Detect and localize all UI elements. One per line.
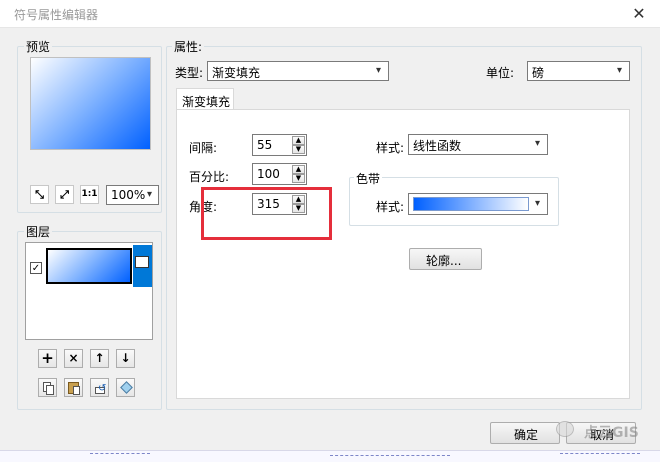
watermark: 点云GIS (556, 416, 656, 446)
type-select-value: 渐变填充 (212, 66, 261, 80)
ok-button-label: 确定 (514, 428, 539, 442)
percent-spinbox[interactable]: 100 ▲ ▼ (252, 163, 307, 185)
zoom-extent-icon[interactable]: ⤢ (55, 185, 74, 204)
outline-button-label: 轮廓... (426, 254, 462, 268)
add-layer-button[interactable]: + (38, 349, 57, 368)
angle-highlight-box (201, 187, 332, 240)
interval-increment[interactable]: ▲ (292, 136, 305, 145)
style-select[interactable]: 线性函数 ▾ (408, 134, 548, 155)
interval-value[interactable]: 55 (257, 138, 272, 152)
reset-layer-icon[interactable]: ↺ (90, 378, 109, 397)
tab-gradient-fill[interactable]: 渐变填充 (176, 88, 234, 110)
ok-button[interactable]: 确定 (490, 422, 560, 444)
watermark-text: 点云GIS (584, 425, 639, 441)
chevron-down-icon: ▾ (535, 198, 541, 209)
move-up-button[interactable]: ↑ (90, 349, 109, 368)
paste-layer-icon[interactable] (64, 378, 83, 397)
window-title: 符号属性编辑器 (14, 8, 99, 22)
layer-thumbnail[interactable] (46, 248, 132, 284)
tag-icon[interactable] (116, 378, 135, 397)
percent-value[interactable]: 100 (257, 167, 280, 181)
properties-label: 属性: (172, 38, 205, 55)
type-label: 类型: (175, 66, 204, 80)
background-map-strip (0, 450, 660, 462)
chevron-down-icon: ▾ (535, 138, 541, 149)
zoom-fit-icon[interactable]: ⤡ (30, 185, 49, 204)
close-icon[interactable]: ✕ (628, 3, 650, 25)
preview-label: 预览 (24, 38, 53, 55)
chevron-down-icon: ▾ (147, 189, 153, 200)
layer-checkbox[interactable]: ✓ (30, 262, 42, 274)
percent-increment[interactable]: ▲ (292, 165, 305, 174)
preview-swatch (30, 57, 151, 150)
unit-label: 单位: (486, 66, 515, 80)
type-select[interactable]: 渐变填充 ▾ (207, 61, 389, 81)
move-down-button[interactable]: ↓ (116, 349, 135, 368)
unit-select[interactable]: 磅 ▾ (527, 61, 630, 81)
tab-gradient-fill-label: 渐变填充 (182, 95, 231, 109)
ramp-style-label: 样式: (376, 200, 405, 214)
style-select-value: 线性函数 (413, 139, 462, 153)
interval-spinbox[interactable]: 55 ▲ ▼ (252, 134, 307, 156)
chevron-down-icon: ▾ (376, 65, 382, 76)
wechat-icon (556, 421, 574, 437)
zoom-select-value: 100% (111, 188, 146, 202)
layer-properties-icon[interactable] (135, 256, 149, 268)
layers-label: 图层 (24, 223, 53, 240)
outline-button[interactable]: 轮廓... (409, 248, 482, 270)
color-ramp-label: 色带 (354, 170, 383, 187)
unit-select-value: 磅 (532, 66, 545, 80)
percent-decrement[interactable]: ▼ (292, 174, 305, 183)
zoom-select[interactable]: 100% ▾ (106, 185, 159, 205)
color-ramp-swatch (413, 197, 529, 211)
interval-decrement[interactable]: ▼ (292, 145, 305, 154)
color-ramp-select[interactable]: ▾ (408, 193, 548, 215)
layer-list[interactable]: ✓ (25, 242, 153, 340)
actual-size-icon[interactable]: 1:1 (80, 185, 99, 204)
percent-label: 百分比: (189, 170, 230, 184)
title-bar: 符号属性编辑器 ✕ (0, 0, 660, 28)
remove-layer-button[interactable]: × (64, 349, 83, 368)
interval-label: 间隔: (189, 141, 218, 155)
style-label: 样式: (376, 141, 405, 155)
chevron-down-icon: ▾ (617, 65, 623, 76)
copy-layer-icon[interactable] (38, 378, 57, 397)
